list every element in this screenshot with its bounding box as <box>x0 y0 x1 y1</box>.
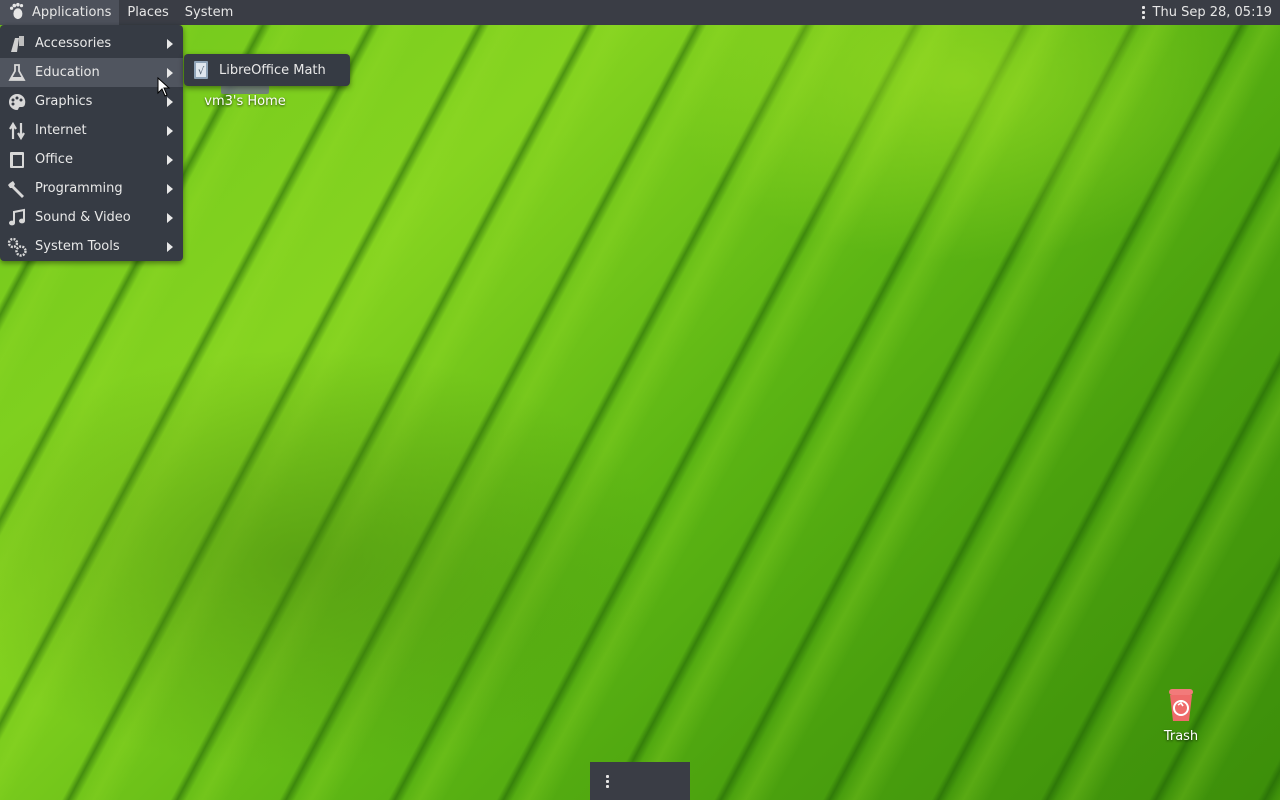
submenu-arrow-icon <box>167 67 173 78</box>
trash-label: Trash <box>1163 729 1199 744</box>
bottom-panel <box>590 762 690 800</box>
internet-arrows-icon <box>6 120 28 142</box>
menu-item-label: Internet <box>35 123 87 138</box>
submenu-arrow-icon <box>167 38 173 49</box>
panel-right-area: Thu Sep 28, 05:19 <box>1141 0 1272 25</box>
gears-icon <box>6 236 28 258</box>
submenu-arrow-icon <box>167 96 173 107</box>
submenu-arrow-icon <box>167 183 173 194</box>
menu-item-label: Education <box>35 65 100 80</box>
submenu-arrow-icon <box>167 212 173 223</box>
menu-item-sound-video[interactable]: Sound & Video <box>0 203 183 232</box>
menu-item-graphics[interactable]: Graphics <box>0 87 183 116</box>
education-flask-icon <box>6 62 28 84</box>
menu-item-programming[interactable]: Programming <box>0 174 183 203</box>
places-menu-button[interactable]: Places <box>119 0 176 25</box>
menu-item-accessories[interactable]: Accessories <box>0 29 183 58</box>
trash-desktop-icon[interactable]: Trash <box>1150 685 1212 744</box>
menu-item-label: LibreOffice Math <box>219 62 326 78</box>
menu-item-label: Programming <box>35 181 123 196</box>
menu-item-libreoffice-math[interactable]: √ LibreOffice Math <box>184 57 350 83</box>
office-document-icon <box>6 149 28 171</box>
svg-text:√: √ <box>198 66 205 77</box>
menu-item-label: Office <box>35 152 73 167</box>
applications-menu: Accessories Education Graphics Internet … <box>0 25 183 261</box>
submenu-arrow-icon <box>167 154 173 165</box>
menu-item-label: Sound & Video <box>35 210 131 225</box>
top-panel: Applications Places System Thu Sep 28, 0… <box>0 0 1280 25</box>
accessories-icon <box>6 33 28 55</box>
panel-handle-icon[interactable] <box>1141 4 1147 22</box>
desktop-wallpaper[interactable] <box>0 0 1280 800</box>
graphics-palette-icon <box>6 91 28 113</box>
menu-item-education[interactable]: Education <box>0 58 183 87</box>
places-menu-label: Places <box>127 5 169 20</box>
gnome-foot-icon <box>9 2 24 20</box>
clock[interactable]: Thu Sep 28, 05:19 <box>1153 5 1272 20</box>
applications-menu-label: Applications <box>32 5 112 20</box>
home-folder-label: vm3's Home <box>204 94 286 109</box>
menu-item-label: Accessories <box>35 36 112 51</box>
mouse-pointer-icon <box>157 77 171 97</box>
menu-item-office[interactable]: Office <box>0 145 183 174</box>
education-submenu: √ LibreOffice Math <box>184 54 350 86</box>
music-note-icon <box>6 207 28 229</box>
menu-item-label: Graphics <box>35 94 93 109</box>
applications-menu-button[interactable]: Applications <box>0 0 120 25</box>
system-menu-button[interactable]: System <box>177 0 241 25</box>
programming-wrench-icon <box>6 178 28 200</box>
libreoffice-math-icon: √ <box>190 59 212 81</box>
trash-icon <box>1169 689 1193 721</box>
submenu-arrow-icon <box>167 125 173 136</box>
menu-item-system-tools[interactable]: System Tools <box>0 232 183 261</box>
menu-item-internet[interactable]: Internet <box>0 116 183 145</box>
menu-item-label: System Tools <box>35 239 120 254</box>
submenu-arrow-icon <box>167 241 173 252</box>
panel-handle-icon[interactable] <box>604 772 610 790</box>
system-menu-label: System <box>184 5 234 20</box>
